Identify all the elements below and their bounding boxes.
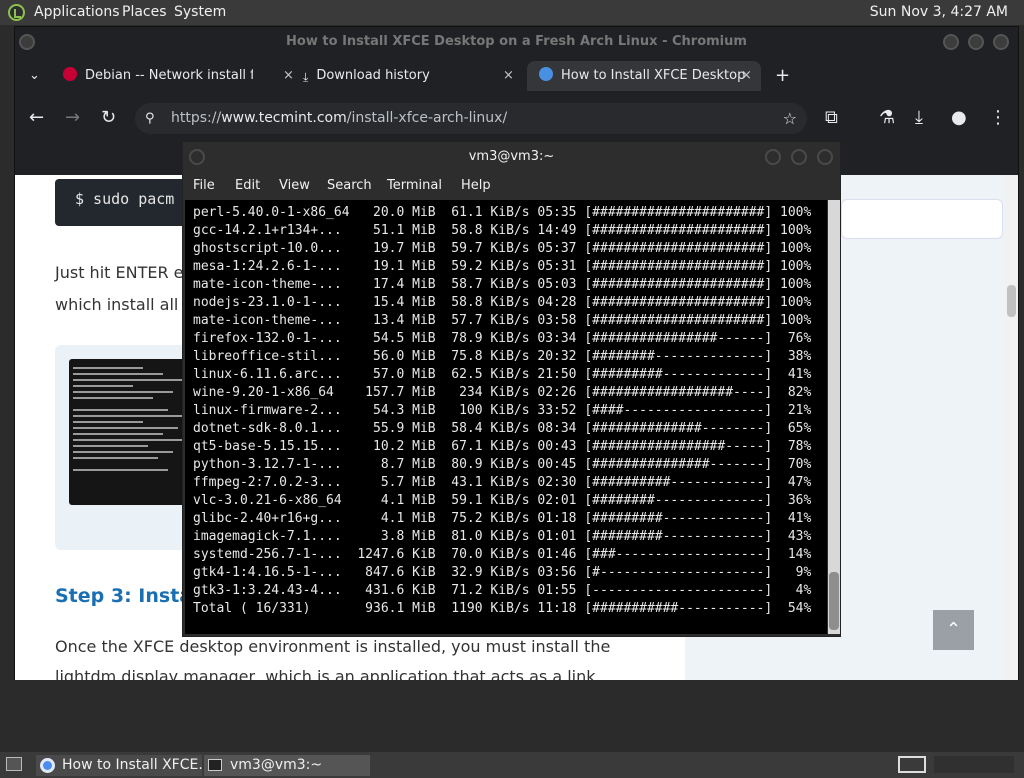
tecmint-favicon-icon (539, 67, 553, 81)
terminal-line: python-3.12.7-1-... 8.7 MiB 80.9 KiB/s 0… (193, 457, 812, 472)
terminal-scrollbar[interactable] (828, 200, 840, 634)
terminal-line: libreoffice-stil... 56.0 MiB 75.8 KiB/s … (193, 349, 812, 364)
menu-view[interactable]: View (279, 178, 310, 193)
paragraph-line: lightdm display manager, which is an app… (55, 667, 596, 680)
reload-icon[interactable]: ↻ (101, 107, 116, 128)
terminal-line: glibc-2.40+r16+g... 4.1 MiB 75.2 KiB/s 0… (193, 511, 812, 526)
terminal-line: mate-icon-theme-... 13.4 MiB 57.7 KiB/s … (193, 313, 812, 328)
downloads-icon[interactable]: ⤓ (915, 107, 923, 128)
scrollbar-thumb[interactable] (1007, 285, 1016, 317)
top-panel: Applications Places System Sun Nov 3, 4:… (0, 0, 1024, 25)
tab-search-chevron-icon[interactable]: ⌄ (29, 61, 40, 91)
terminal-output[interactable]: perl-5.40.0-1-x86_64 20.0 MiB 61.1 KiB/s… (185, 200, 827, 634)
paragraph-line: Once the XFCE desktop environment is ins… (55, 637, 611, 656)
minimize-button[interactable] (943, 34, 959, 50)
close-window-button[interactable] (993, 34, 1009, 50)
terminal-icon (208, 759, 222, 771)
terminal-line: linux-6.11.6.arc... 57.0 MiB 62.5 KiB/s … (193, 367, 812, 382)
menu-search[interactable]: Search (327, 178, 372, 193)
terminal-line: gtk3-1:3.24.43-4... 431.6 KiB 71.2 KiB/s… (193, 583, 812, 598)
terminal-line: wine-9.20-1-x86_64 157.7 MiB 234 KiB/s 0… (193, 385, 812, 400)
menu-system[interactable]: System (174, 4, 226, 20)
taskbar-item-browser[interactable]: How to Install XFCE... (36, 755, 202, 776)
tab-label: Debian -- Network install fro (85, 68, 253, 83)
show-desktop-icon[interactable] (6, 757, 22, 771)
url-host: www.tecmint.com (221, 110, 347, 126)
new-tab-button[interactable]: + (775, 61, 790, 91)
menu-places[interactable]: Places (122, 4, 167, 20)
url-scheme: https:// (171, 110, 222, 126)
terminal-line: Total ( 16/331) 936.1 MiB 1190 KiB/s 11:… (193, 601, 812, 616)
back-icon[interactable]: ← (29, 107, 44, 128)
bookmark-star-icon[interactable]: ☆ (783, 103, 797, 134)
terminal-line: vlc-3.0.21-6-x86_64 4.1 MiB 59.1 KiB/s 0… (193, 493, 812, 508)
close-window-button[interactable] (817, 149, 833, 165)
menu-kebab-icon[interactable]: ⋮ (989, 107, 1007, 128)
window-title: How to Install XFCE Desktop on a Fresh A… (286, 34, 747, 49)
terminal-line: qt5-base-5.15.15... 10.2 MiB 67.1 KiB/s … (193, 439, 812, 454)
maximize-button[interactable] (791, 149, 807, 165)
terminal-line: dotnet-sdk-8.0.1... 55.9 MiB 58.4 KiB/s … (193, 421, 812, 436)
terminal-line: mate-icon-theme-... 17.4 MiB 58.7 KiB/s … (193, 277, 812, 292)
terminal-title: vm3@vm3:~ (468, 149, 555, 164)
tab-close-icon[interactable]: × (503, 61, 514, 91)
menu-edit[interactable]: Edit (235, 178, 260, 193)
section-heading: Step 3: Instal (55, 585, 199, 607)
tab-close-icon[interactable]: × (741, 61, 752, 91)
terminal-line: ffmpeg-2:7.0.2-3... 5.7 MiB 43.1 KiB/s 0… (193, 475, 812, 490)
url-path: /install-xfce-arch-linux/ (346, 110, 508, 126)
sidebar-widget (841, 199, 1003, 239)
window-menu-button[interactable] (19, 34, 35, 50)
terminal-line: gtk4-1:4.16.5-1-... 847.6 KiB 32.9 KiB/s… (193, 565, 812, 580)
menu-help[interactable]: Help (461, 178, 491, 193)
extensions-icon[interactable]: ⧉ (825, 107, 838, 128)
tab-strip: ⌄ Debian -- Network install fro × ⤓ Downl… (15, 61, 1018, 91)
terminal-line: ghostscript-10.0... 19.7 MiB 59.7 KiB/s … (193, 241, 812, 256)
bottom-panel: How to Install XFCE... vm3@vm3:~ (0, 752, 1024, 778)
toolbar: ← → ↻ ⚲ https://www.tecmint.com/install-… (15, 97, 1018, 141)
tab-active-xfce[interactable]: How to Install XFCE Desktop (527, 61, 761, 91)
clock[interactable]: Sun Nov 3, 4:27 AM (870, 4, 1008, 20)
site-info-icon[interactable]: ⚲ (145, 103, 155, 134)
terminal-line: perl-5.40.0-1-x86_64 20.0 MiB 61.1 KiB/s… (193, 205, 812, 220)
taskbar-label: How to Install XFCE... (62, 757, 202, 773)
terminal-line: linux-firmware-2... 54.3 MiB 100 KiB/s 3… (193, 403, 812, 418)
terminal-menubar: File Edit View Search Terminal Help (183, 174, 840, 198)
paragraph-line: Just hit ENTER e (55, 263, 184, 282)
labs-flask-icon[interactable]: ⚗ (879, 107, 895, 128)
address-bar[interactable]: ⚲ https://www.tecmint.com/install-xfce-a… (135, 103, 807, 134)
workspace-switcher-others[interactable] (934, 756, 1014, 773)
forward-icon[interactable]: → (65, 107, 80, 128)
scroll-to-top-button[interactable]: ⌃ (933, 610, 974, 650)
scrollbar-thumb[interactable] (829, 572, 839, 630)
download-icon: ⤓ (303, 70, 309, 84)
debian-favicon-icon (63, 67, 77, 81)
terminal-line: gcc-14.2.1+r134+... 51.1 MiB 58.8 KiB/s … (193, 223, 812, 238)
tab-close-icon[interactable]: × (283, 61, 294, 91)
tab-debian[interactable]: Debian -- Network install fro (63, 61, 253, 91)
chromium-icon (40, 758, 55, 773)
tab-label: Download history (316, 68, 430, 83)
terminal-line: systemd-256.7-1-... 1247.6 KiB 70.0 KiB/… (193, 547, 812, 562)
minimize-button[interactable] (765, 149, 781, 165)
tab-label: How to Install XFCE Desktop (561, 68, 746, 83)
maximize-button[interactable] (968, 34, 984, 50)
workspace-switcher-1[interactable] (898, 756, 926, 773)
menu-applications[interactable]: Applications (34, 4, 120, 20)
taskbar-label: vm3@vm3:~ (230, 757, 323, 773)
taskbar-item-terminal[interactable]: vm3@vm3:~ (204, 755, 370, 776)
terminal-window: vm3@vm3:~ File Edit View Search Terminal… (182, 141, 841, 637)
terminal-line: firefox-132.0-1-... 54.5 MiB 78.9 KiB/s … (193, 331, 812, 346)
paragraph-line: which install all t (55, 295, 190, 314)
page-scrollbar[interactable] (1005, 175, 1018, 680)
profile-avatar-icon[interactable]: ● (951, 107, 967, 128)
terminal-line: mesa-1:24.2.6-1-... 19.1 MiB 59.2 KiB/s … (193, 259, 812, 274)
mint-logo-icon[interactable] (8, 4, 25, 21)
terminal-line: imagemagick-7.1.... 3.8 MiB 81.0 KiB/s 0… (193, 529, 812, 544)
menu-file[interactable]: File (193, 178, 215, 193)
menu-terminal[interactable]: Terminal (387, 178, 442, 193)
tab-download-history[interactable]: ⤓ Download history (303, 61, 493, 91)
terminal-line: nodejs-23.1.0-1-... 15.4 MiB 58.8 KiB/s … (193, 295, 812, 310)
